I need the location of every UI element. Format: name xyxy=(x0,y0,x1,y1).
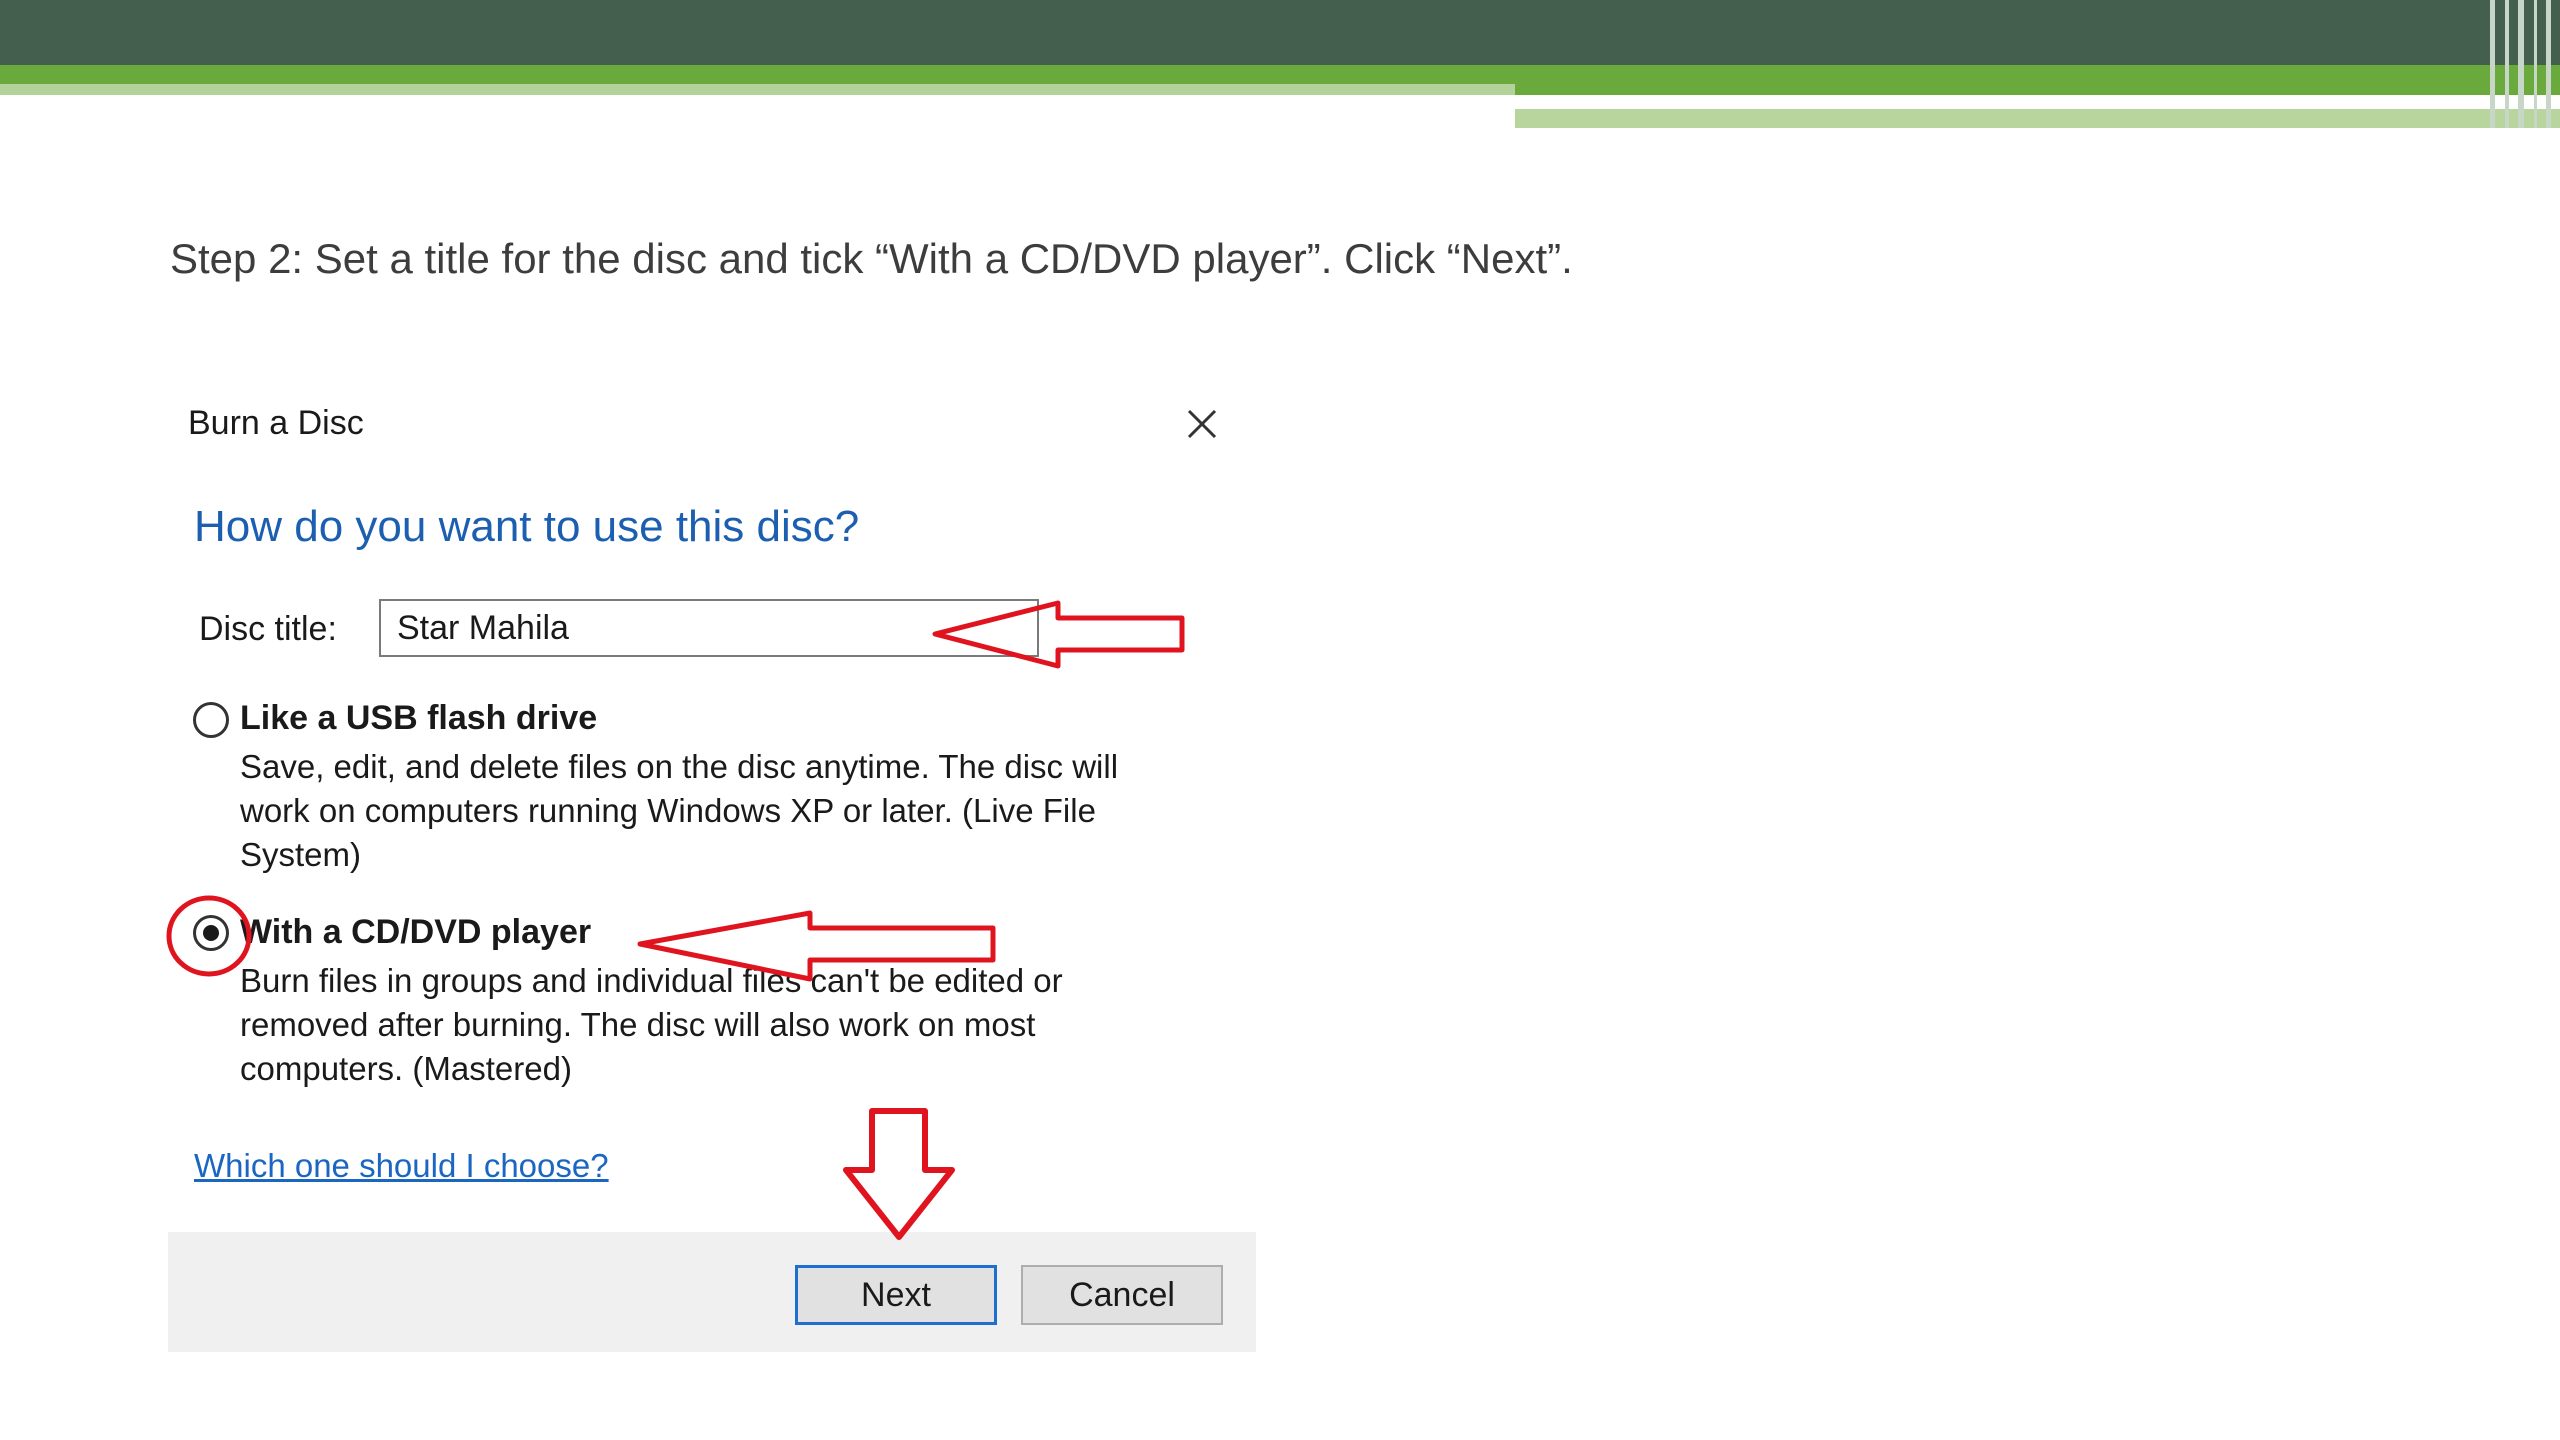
radio-cd-dvd-player[interactable] xyxy=(193,915,229,951)
option-usb-label[interactable]: Like a USB flash drive xyxy=(240,699,597,738)
header-stripe xyxy=(2490,0,2495,128)
header-stripe xyxy=(2505,0,2509,128)
radio-selected-dot xyxy=(203,925,219,941)
option-usb-description: Save, edit, and delete files on the disc… xyxy=(240,748,1119,873)
option-cd-description: Burn files in groups and individual file… xyxy=(240,962,1063,1087)
dialog-title: Burn a Disc xyxy=(188,404,364,442)
header-stripe xyxy=(2546,0,2551,128)
disc-title-label: Disc title: xyxy=(199,610,337,648)
header-dark-band xyxy=(0,0,2560,65)
close-icon xyxy=(1187,409,1217,439)
dialog-heading: How do you want to use this disc? xyxy=(194,502,860,551)
disc-title-input[interactable] xyxy=(379,599,1039,657)
step-instruction: Step 2: Set a title for the disc and tic… xyxy=(170,235,1573,282)
close-button[interactable] xyxy=(1179,401,1225,447)
next-button[interactable]: Next xyxy=(795,1265,997,1325)
header-stripe xyxy=(2534,0,2537,128)
cancel-button[interactable]: Cancel xyxy=(1021,1265,1223,1325)
dialog-footer: Next Cancel xyxy=(168,1232,1256,1352)
header-white-line xyxy=(1830,103,2370,108)
header-stripe xyxy=(2518,0,2524,128)
header-pale-band-right xyxy=(1515,109,2560,128)
radio-usb-flash-drive[interactable] xyxy=(193,702,229,738)
which-one-link[interactable]: Which one should I choose? xyxy=(194,1147,609,1185)
option-cd-label[interactable]: With a CD/DVD player xyxy=(240,913,591,952)
header-pale-band-left xyxy=(0,84,1515,95)
burn-disc-dialog: Burn a Disc How do you want to use this … xyxy=(168,382,1256,1352)
